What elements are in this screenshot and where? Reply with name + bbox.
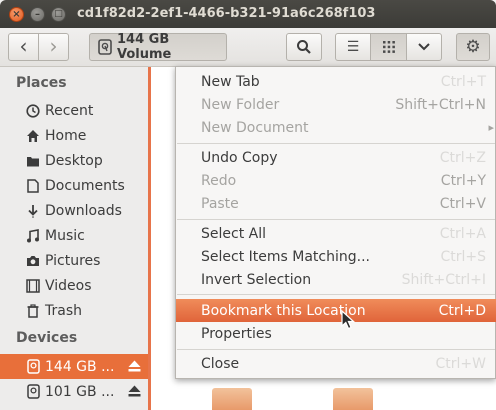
gear-icon: ⚙ [465, 37, 481, 57]
devices-heading: Devices [16, 330, 78, 346]
view-options-button[interactable] [406, 33, 442, 61]
sidebar-item-music[interactable]: Music [0, 223, 148, 248]
menu-item-invert-selection[interactable]: Invert Selection Shift+Ctrl+I [176, 268, 496, 291]
window-title: cd1f82d2-2ef1-4466-b321-91a6c268f103 [77, 6, 376, 21]
sidebar-item-label: Videos [45, 277, 92, 294]
sidebar-item-home[interactable]: Home [0, 123, 148, 148]
back-button[interactable]: ‹ [8, 33, 39, 61]
minimize-icon: – [35, 8, 40, 20]
back-icon: ‹ [19, 33, 28, 58]
close-icon: × [12, 8, 21, 20]
sidebar-item-device-101gb[interactable]: 101 GB ... [0, 379, 148, 404]
grid-icon [382, 41, 395, 53]
camera-icon [25, 254, 41, 268]
sidebar-item-recent[interactable]: Recent [0, 98, 148, 123]
sidebar-item-pictures[interactable]: Pictures [0, 248, 148, 273]
sidebar-item-label: Recent [45, 102, 94, 119]
drive-icon [25, 384, 41, 399]
sidebar-item-label: 101 GB ... [45, 383, 115, 400]
places-heading: Places [16, 75, 67, 91]
sidebar: Places Recent Home Desktop Documents Dow… [0, 67, 151, 410]
settings-button[interactable]: ⚙ [456, 33, 490, 61]
location-label: 144 GB Volume [117, 32, 172, 62]
sidebar-item-label: Home [45, 127, 87, 144]
forward-button[interactable]: › [38, 33, 69, 61]
music-icon [25, 228, 41, 243]
menu-item-close[interactable]: Close Ctrl+W [176, 352, 496, 375]
close-window-button[interactable]: × [9, 7, 24, 22]
drive-icon [98, 39, 112, 55]
search-icon [296, 39, 312, 55]
eject-icon[interactable] [128, 385, 141, 397]
sidebar-item-label: Desktop [45, 152, 103, 169]
document-icon [25, 178, 41, 193]
chevron-down-icon [418, 43, 430, 51]
sidebar-item-device-144gb[interactable]: 144 GB ... [0, 354, 148, 379]
settings-menu: New Tab Ctrl+T New Folder Shift+Ctrl+N N… [175, 66, 496, 379]
menu-separator [177, 294, 495, 295]
menu-item-paste[interactable]: Paste Ctrl+V [176, 192, 496, 215]
menu-item-properties[interactable]: Properties [176, 322, 496, 345]
menu-item-redo[interactable]: Redo Ctrl+Y [176, 169, 496, 192]
menu-separator [177, 349, 495, 350]
toolbar: ‹ › 144 GB Volume ☰ ⚙ [0, 28, 496, 67]
menu-separator [177, 219, 495, 220]
sidebar-item-label: Downloads [45, 202, 122, 219]
desktop-icon [25, 154, 41, 168]
home-icon [25, 129, 41, 143]
sidebar-item-trash[interactable]: Trash [0, 298, 148, 323]
menu-item-select-items-matching[interactable]: Select Items Matching... Ctrl+S [176, 245, 496, 268]
sidebar-item-label: Pictures [45, 252, 101, 269]
chevron-right-icon: ▸ [488, 121, 494, 134]
maximize-window-button[interactable]: □ [51, 7, 66, 22]
menu-item-undo-copy[interactable]: Undo Copy Ctrl+Z [176, 146, 496, 169]
folder-icon[interactable] [333, 388, 373, 410]
menu-item-bookmark-location[interactable]: Bookmark this Location Ctrl+D [176, 299, 496, 322]
sidebar-item-desktop[interactable]: Desktop [0, 148, 148, 173]
search-button[interactable] [286, 33, 322, 61]
sidebar-item-downloads[interactable]: Downloads [0, 198, 148, 223]
location-button[interactable]: 144 GB Volume [89, 32, 227, 62]
sidebar-item-documents[interactable]: Documents [0, 173, 148, 198]
sidebar-item-label: Trash [45, 302, 82, 319]
list-view-button[interactable]: ☰ [335, 33, 371, 61]
menu-item-new-document[interactable]: New Document ▸ [176, 116, 496, 139]
menu-item-new-tab[interactable]: New Tab Ctrl+T [176, 70, 496, 93]
video-icon [25, 278, 41, 293]
drive-icon [25, 359, 41, 374]
sidebar-item-label: Music [45, 227, 85, 244]
list-icon: ☰ [346, 39, 360, 55]
menu-separator [177, 143, 495, 144]
grid-view-button[interactable] [370, 33, 407, 61]
menu-item-new-folder[interactable]: New Folder Shift+Ctrl+N [176, 93, 496, 116]
menu-item-select-all[interactable]: Select All Ctrl+A [176, 222, 496, 245]
sidebar-item-videos[interactable]: Videos [0, 273, 148, 298]
clock-icon [25, 103, 41, 118]
trash-icon [25, 303, 41, 318]
eject-icon[interactable] [128, 360, 141, 372]
mouse-pointer-icon [341, 309, 356, 334]
maximize-icon: □ [54, 9, 63, 19]
forward-icon: › [49, 33, 58, 58]
title-bar: × – □ cd1f82d2-2ef1-4466-b321-91a6c268f1… [0, 0, 496, 28]
download-icon [25, 204, 41, 218]
sidebar-item-label: 144 GB ... [45, 358, 115, 375]
folder-icon[interactable] [212, 388, 252, 410]
sidebar-item-label: Documents [45, 177, 125, 194]
minimize-window-button[interactable]: – [30, 7, 45, 22]
